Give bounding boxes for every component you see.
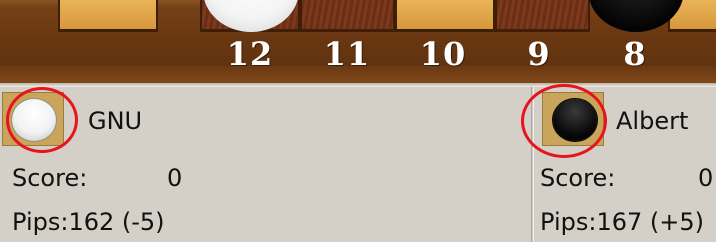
point-number-9: 9	[527, 35, 551, 73]
point-number-8: 8	[623, 35, 647, 73]
score-label: Score:	[540, 164, 616, 192]
board-point[interactable]	[300, 0, 395, 32]
player-panel-gnu: GNU Score: 0 Pips:162 (-5)	[0, 87, 531, 242]
highlight-ring	[6, 87, 78, 153]
backgammon-board[interactable]: 12 11 10 9 8	[0, 0, 716, 83]
player-name: Albert	[616, 107, 689, 135]
pip-count: Pips:167 (+5)	[540, 208, 704, 236]
score-label: Score:	[12, 164, 88, 192]
board-point[interactable]	[495, 0, 590, 32]
board-point[interactable]	[395, 0, 495, 32]
score-value: 0	[167, 164, 183, 192]
pip-count: Pips:162 (-5)	[12, 208, 165, 236]
point-number-11: 11	[323, 35, 371, 73]
point-number-10: 10	[419, 35, 467, 73]
player-panel-albert: Albert Score: 0 Pips:167 (+5)	[521, 84, 716, 242]
score-value: 0	[698, 164, 714, 192]
board-point[interactable]	[58, 0, 158, 32]
point-number-12: 12	[226, 35, 274, 73]
player-name: GNU	[88, 107, 143, 135]
highlight-ring	[521, 84, 607, 158]
